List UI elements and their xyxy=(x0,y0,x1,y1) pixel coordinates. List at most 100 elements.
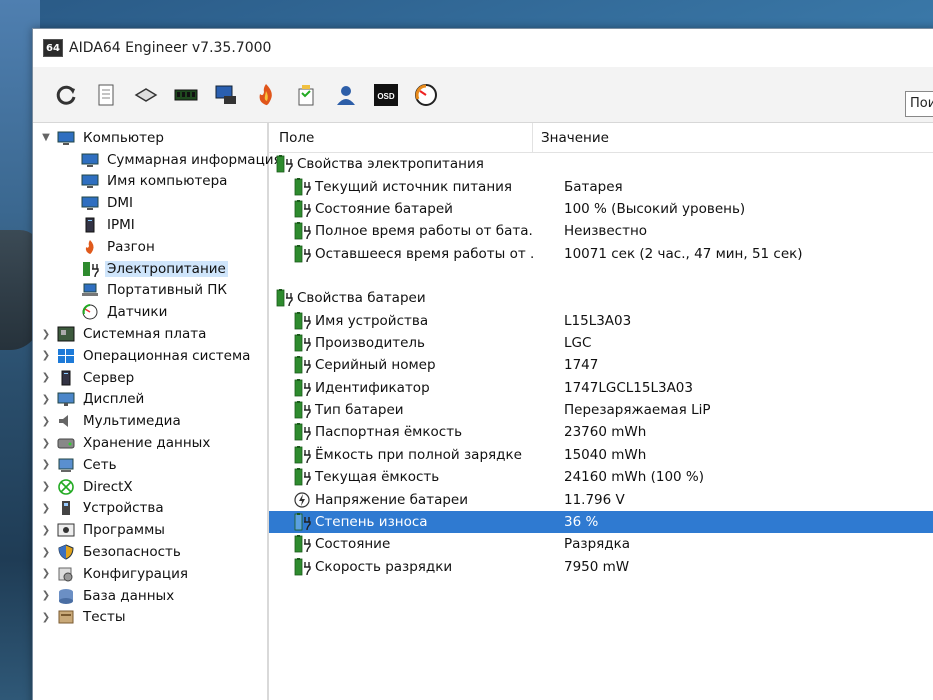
chevron-right-icon[interactable]: ❯ xyxy=(39,525,53,536)
field-value: Перезаряжаемая LiP xyxy=(564,402,711,419)
tree-item[interactable]: Имя компьютера xyxy=(33,171,267,193)
tree-item[interactable]: IPMI xyxy=(33,214,267,236)
tree-item[interactable]: ❯ Сервер xyxy=(33,367,267,389)
search-input[interactable]: Поиск xyxy=(905,91,933,117)
tree-item[interactable]: ❯ Устройства xyxy=(33,498,267,520)
chevron-right-icon[interactable]: ❯ xyxy=(39,416,53,427)
memory-icon xyxy=(174,89,198,100)
sensor-button[interactable] xyxy=(409,78,443,112)
table-row[interactable]: Производитель LGC xyxy=(269,332,933,354)
tree-item-label: Программы xyxy=(83,522,165,539)
chevron-right-icon[interactable]: ❯ xyxy=(39,547,53,558)
column-header-field[interactable]: Поле xyxy=(269,122,533,153)
chevron-right-icon[interactable]: ❯ xyxy=(39,329,53,340)
tree-item[interactable]: ❯ Безопасность xyxy=(33,541,267,563)
tree-item-label: Разгон xyxy=(107,238,155,255)
group-row[interactable]: Свойства электропитания xyxy=(269,153,933,175)
group-row[interactable]: Свойства батареи xyxy=(269,287,933,309)
server-icon xyxy=(81,217,99,233)
tree-item[interactable]: Электропитание xyxy=(33,258,267,280)
chevron-right-icon[interactable]: ❯ xyxy=(39,394,53,405)
tree-item[interactable]: ❯ Операционная система xyxy=(33,345,267,367)
tree-item[interactable]: ❯ DirectX xyxy=(33,476,267,498)
table-row[interactable]: Степень износа 36 % xyxy=(269,510,933,534)
aida-flame-icon xyxy=(259,83,272,105)
refresh-icon xyxy=(56,85,76,105)
tree-item[interactable]: Разгон xyxy=(33,236,267,258)
table-row[interactable]: Напряжение батареи 11.796 V xyxy=(269,488,933,510)
field-value: 7950 mW xyxy=(564,558,630,575)
details-grid: Поле Значение Свойства электропитания Тек… xyxy=(269,122,933,700)
aida-flame-button[interactable] xyxy=(249,78,283,112)
memory-button[interactable] xyxy=(169,78,203,112)
tests-icon xyxy=(57,609,75,625)
flame-icon xyxy=(81,239,99,255)
tree-item[interactable]: ▼ Компьютер xyxy=(33,127,267,149)
device-icon xyxy=(57,500,75,516)
table-row[interactable]: Текущая ёмкость 24160 mWh (100 %) xyxy=(269,466,933,488)
tree-item[interactable]: Суммарная информация xyxy=(33,149,282,171)
table-row[interactable]: Скорость разрядки 7950 mW xyxy=(269,556,933,578)
table-row[interactable]: Паспортная ёмкость 23760 mWh xyxy=(269,421,933,443)
field-name: Имя устройства xyxy=(315,312,429,329)
tree-item[interactable]: Портативный ПК xyxy=(33,280,267,302)
tree-item[interactable]: DMI xyxy=(33,192,267,214)
table-row[interactable]: Состояние батарей 100 % (Высокий уровень) xyxy=(269,198,933,220)
motherboard-button[interactable] xyxy=(129,78,163,112)
chevron-right-icon[interactable]: ❯ xyxy=(39,372,53,383)
tree-item-label: Датчики xyxy=(107,304,168,321)
user-button[interactable] xyxy=(329,78,363,112)
table-row[interactable]: Идентификатор 1747LGCL15L3A03 xyxy=(269,377,933,399)
tree-item[interactable]: ❯ Тесты xyxy=(33,607,267,629)
tree-item[interactable]: ❯ Хранение данных xyxy=(33,432,267,454)
chevron-right-icon[interactable]: ❯ xyxy=(39,612,53,623)
shield-icon xyxy=(57,544,75,560)
field-name: Текущая ёмкость xyxy=(315,469,440,486)
report-button[interactable] xyxy=(89,78,123,112)
field-name: Тип батареи xyxy=(315,402,404,419)
tree-item[interactable]: ❯ Конфигурация xyxy=(33,563,267,585)
chevron-right-icon[interactable]: ❯ xyxy=(39,503,53,514)
tree-item-label: Хранение данных xyxy=(83,435,211,452)
tree-item[interactable]: ❯ Сеть xyxy=(33,454,267,476)
group-title: Свойства батареи xyxy=(297,290,426,307)
title-bar[interactable]: 64 AIDA64 Engineer v7.35.7000 xyxy=(33,29,933,67)
chevron-right-icon[interactable]: ❯ xyxy=(39,481,53,492)
tree-item[interactable]: Датчики xyxy=(33,301,267,323)
table-row[interactable]: Ёмкость при полной зарядке 15040 mWh xyxy=(269,444,933,466)
refresh-button[interactable] xyxy=(49,78,83,112)
user-icon xyxy=(337,85,355,105)
chevron-right-icon[interactable]: ❯ xyxy=(39,438,53,449)
table-row[interactable]: Текущий источник питания Батарея xyxy=(269,175,933,197)
table-row[interactable]: Состояние Разрядка xyxy=(269,533,933,555)
osd-button[interactable]: OSD xyxy=(369,78,403,112)
chevron-right-icon[interactable]: ❯ xyxy=(39,459,53,470)
tree-item-label: Конфигурация xyxy=(83,565,188,582)
table-row[interactable]: Тип батареи Перезаряжаемая LiP xyxy=(269,399,933,421)
table-row[interactable]: Полное время работы от бата... Неизвестно xyxy=(269,220,933,242)
computer-icon xyxy=(81,152,99,168)
tree-item[interactable]: ❯ Дисплей xyxy=(33,389,267,411)
tree-item-label: Системная плата xyxy=(83,326,207,343)
tree-item[interactable]: ❯ База данных xyxy=(33,585,267,607)
tree-item[interactable]: ❯ Программы xyxy=(33,519,267,541)
table-row[interactable]: Оставшееся время работы от ... 10071 сек … xyxy=(269,243,933,265)
tree-item[interactable]: ❯ Мультимедиа xyxy=(33,410,267,432)
motherboard-icon xyxy=(134,87,158,102)
favorites-button[interactable] xyxy=(289,78,323,112)
laptop-icon xyxy=(81,282,99,298)
field-value: 1747 xyxy=(564,357,599,374)
chevron-right-icon[interactable]: ❯ xyxy=(39,350,53,361)
field-name: Состояние xyxy=(315,536,391,553)
tree-item[interactable]: ❯ Системная плата xyxy=(33,323,267,345)
chevron-down-icon[interactable]: ▼ xyxy=(39,132,53,143)
battery-icon xyxy=(293,423,313,441)
table-row[interactable]: Имя устройства L15L3A03 xyxy=(269,309,933,331)
tree-item-label: Суммарная информация xyxy=(107,151,282,168)
chevron-right-icon[interactable]: ❯ xyxy=(39,568,53,579)
table-row[interactable]: Серийный номер 1747 xyxy=(269,354,933,376)
chevron-right-icon[interactable]: ❯ xyxy=(39,590,53,601)
network-share-button[interactable] xyxy=(209,78,243,112)
app-window: 64 AIDA64 Engineer v7.35.7000 OSD Поиск … xyxy=(32,28,933,700)
column-header-value[interactable]: Значение xyxy=(533,123,609,153)
